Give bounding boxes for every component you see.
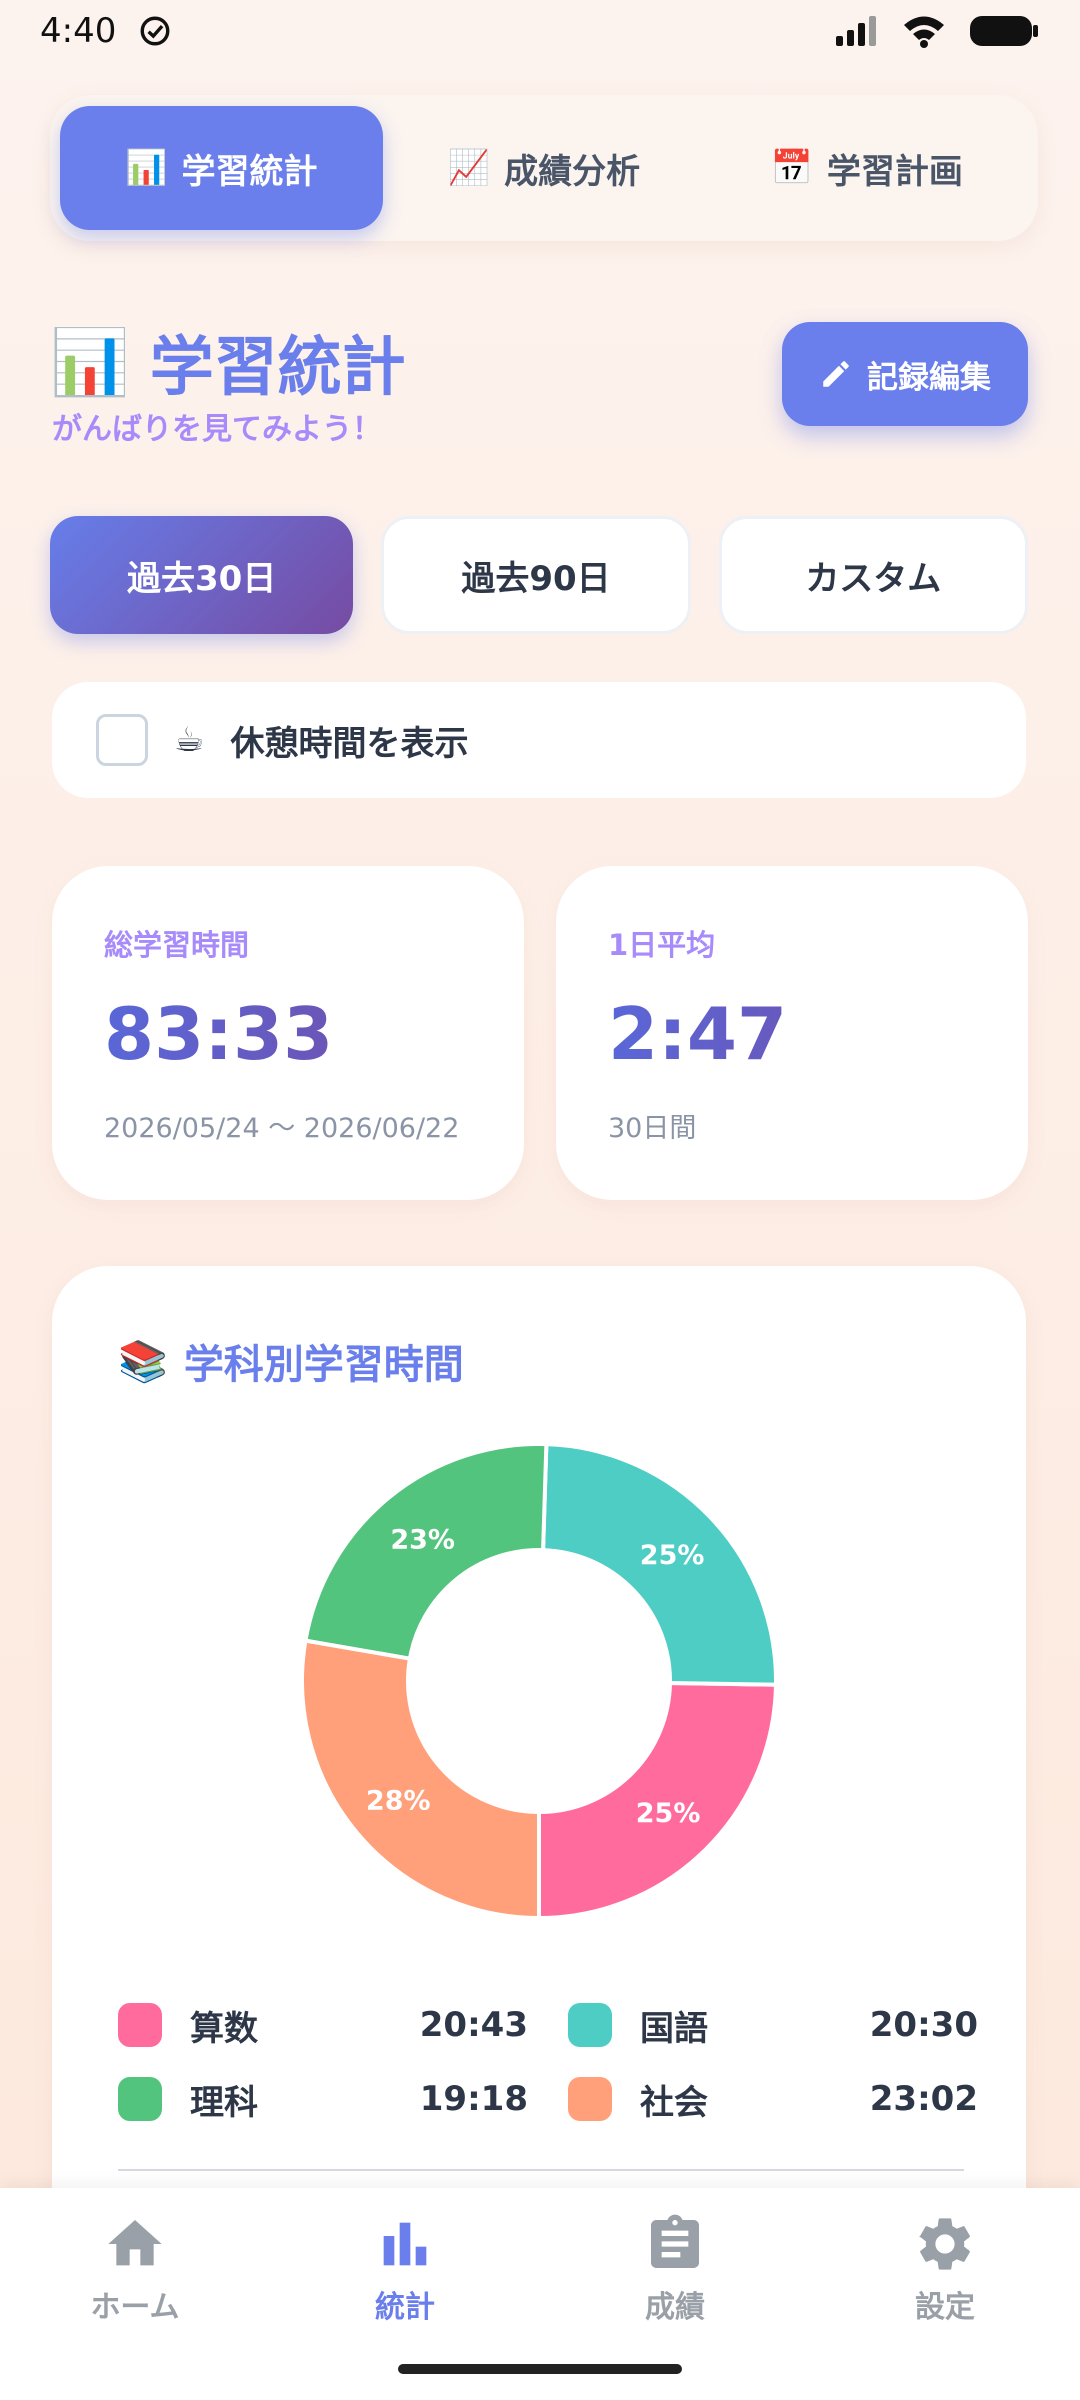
tab-grade-analysis[interactable]: 📈 成績分析 bbox=[383, 106, 706, 230]
legend-time: 20:30 bbox=[869, 2005, 978, 2045]
nav-settings-label: 設定 bbox=[915, 2290, 975, 2325]
top-tab-bar: 📊 学習統計 📈 成績分析 📅 学習計画 bbox=[50, 95, 1038, 241]
gear-icon bbox=[919, 2218, 970, 2270]
calendar-icon: 📅 bbox=[770, 148, 813, 188]
show-break-time-label: 休憩時間を表示 bbox=[230, 723, 469, 764]
tab-label: 学習統計 bbox=[181, 151, 318, 192]
subject-donut-chart: 25% 25% 23% 28% bbox=[300, 1446, 779, 1921]
donut-slice bbox=[300, 1638, 541, 1921]
daily-average-label: 1日平均 bbox=[608, 928, 716, 962]
card-divider bbox=[118, 2169, 964, 2171]
tab-study-stats[interactable]: 📊 学習統計 bbox=[60, 106, 383, 230]
legend-name: 算数 bbox=[190, 2008, 258, 2049]
tab-label: 学習計画 bbox=[826, 151, 963, 192]
bar-chart-icon bbox=[383, 2222, 427, 2266]
period-90-days-button[interactable]: 過去90日 bbox=[381, 516, 691, 634]
total-study-time-range: 2026/05/24 〜 2026/06/22 bbox=[104, 1113, 460, 1144]
nav-grades-label: 成績 bbox=[645, 2290, 705, 2325]
trend-chart-icon: 📈 bbox=[447, 148, 491, 188]
nav-home[interactable]: ホーム bbox=[0, 2188, 270, 2400]
legend-swatch bbox=[568, 2077, 612, 2121]
donut-slice-label: 25% bbox=[640, 1540, 705, 1571]
legend-item-japanese: 国語 20:30 bbox=[568, 2002, 978, 2049]
coffee-icon: ☕ bbox=[174, 720, 205, 760]
page-subtitle: がんばりを見てみよう！ bbox=[52, 412, 382, 447]
page-header: 📊 学習統計 がんばりを見てみよう！ 記録編集 bbox=[50, 316, 1038, 447]
edit-record-button[interactable]: 記録編集 bbox=[782, 322, 1028, 426]
legend-swatch bbox=[568, 2003, 612, 2047]
legend-name: 理科 bbox=[190, 2082, 258, 2123]
total-study-time-card: 総学習時間 83:33 2026/05/24 〜 2026/06/22 bbox=[52, 866, 524, 1200]
tab-label: 成績分析 bbox=[504, 151, 641, 192]
total-study-time-label: 総学習時間 bbox=[104, 928, 250, 962]
battery-icon bbox=[970, 16, 1038, 46]
page-title-text: 学習統計 bbox=[149, 331, 406, 405]
status-time: 4:40 bbox=[40, 11, 117, 51]
page-title: 📊 学習統計 bbox=[50, 316, 406, 408]
bar-chart-icon: 📊 bbox=[50, 325, 130, 400]
daily-average-card: 1日平均 2:47 30日間 bbox=[556, 866, 1028, 1200]
show-break-time-checkbox[interactable] bbox=[96, 714, 148, 766]
tab-study-plan[interactable]: 📅 学習計画 bbox=[705, 106, 1028, 230]
daily-average-days: 30日間 bbox=[608, 1113, 697, 1144]
legend-item-math: 算数 20:43 bbox=[118, 2002, 528, 2049]
subject-study-time-card: 📚 学科別学習時間 25% 25% 23% 28% 算数 20:43 国語 20:30… bbox=[52, 1266, 1026, 2266]
wifi-icon bbox=[904, 16, 944, 48]
period-30-days-button[interactable]: 過去30日 bbox=[50, 516, 354, 634]
legend-swatch bbox=[118, 2003, 162, 2047]
legend-time: 19:18 bbox=[419, 2079, 528, 2119]
bar-chart-icon: 📊 bbox=[125, 148, 168, 188]
legend-item-social: 社会 23:02 bbox=[568, 2076, 978, 2123]
subject-legend: 算数 20:43 国語 20:30 理科 19:18 社会 23:02 bbox=[118, 2002, 978, 2123]
period-custom-button[interactable]: カスタム bbox=[718, 516, 1028, 634]
subject-card-title: 📚 学科別学習時間 bbox=[118, 1332, 464, 1390]
donut-slice-label: 25% bbox=[636, 1798, 701, 1829]
daily-average-value: 2:47 bbox=[608, 992, 976, 1076]
donut-slice-label: 28% bbox=[366, 1786, 431, 1817]
nav-stats-label: 統計 bbox=[375, 2290, 435, 2325]
nav-settings[interactable]: 設定 bbox=[810, 2188, 1080, 2400]
home-icon bbox=[108, 2220, 162, 2266]
period-selector: 過去30日 過去90日 カスタム bbox=[50, 516, 1028, 634]
signal-icon bbox=[836, 16, 876, 46]
legend-time: 20:43 bbox=[419, 2005, 528, 2045]
legend-item-science: 理科 19:18 bbox=[118, 2076, 528, 2123]
total-study-time-value: 83:33 bbox=[104, 992, 472, 1076]
nav-home-label: ホーム bbox=[90, 2290, 180, 2325]
subject-card-title-text: 学科別学習時間 bbox=[183, 1342, 464, 1388]
status-bar: 4:40 bbox=[0, 0, 1080, 62]
pencil-icon bbox=[823, 361, 849, 387]
clipboard-icon bbox=[651, 2214, 699, 2268]
legend-name: 社会 bbox=[640, 2082, 708, 2123]
show-break-time-row[interactable]: ☕ 休憩時間を表示 bbox=[52, 682, 1026, 798]
check-circle-icon bbox=[140, 16, 170, 46]
legend-name: 国語 bbox=[640, 2008, 708, 2049]
edit-record-label: 記録編集 bbox=[867, 359, 991, 396]
home-indicator bbox=[398, 2364, 682, 2374]
donut-slice-label: 23% bbox=[390, 1524, 455, 1555]
legend-time: 23:02 bbox=[869, 2079, 978, 2119]
legend-swatch bbox=[118, 2077, 162, 2121]
books-icon: 📚 bbox=[118, 1338, 168, 1385]
